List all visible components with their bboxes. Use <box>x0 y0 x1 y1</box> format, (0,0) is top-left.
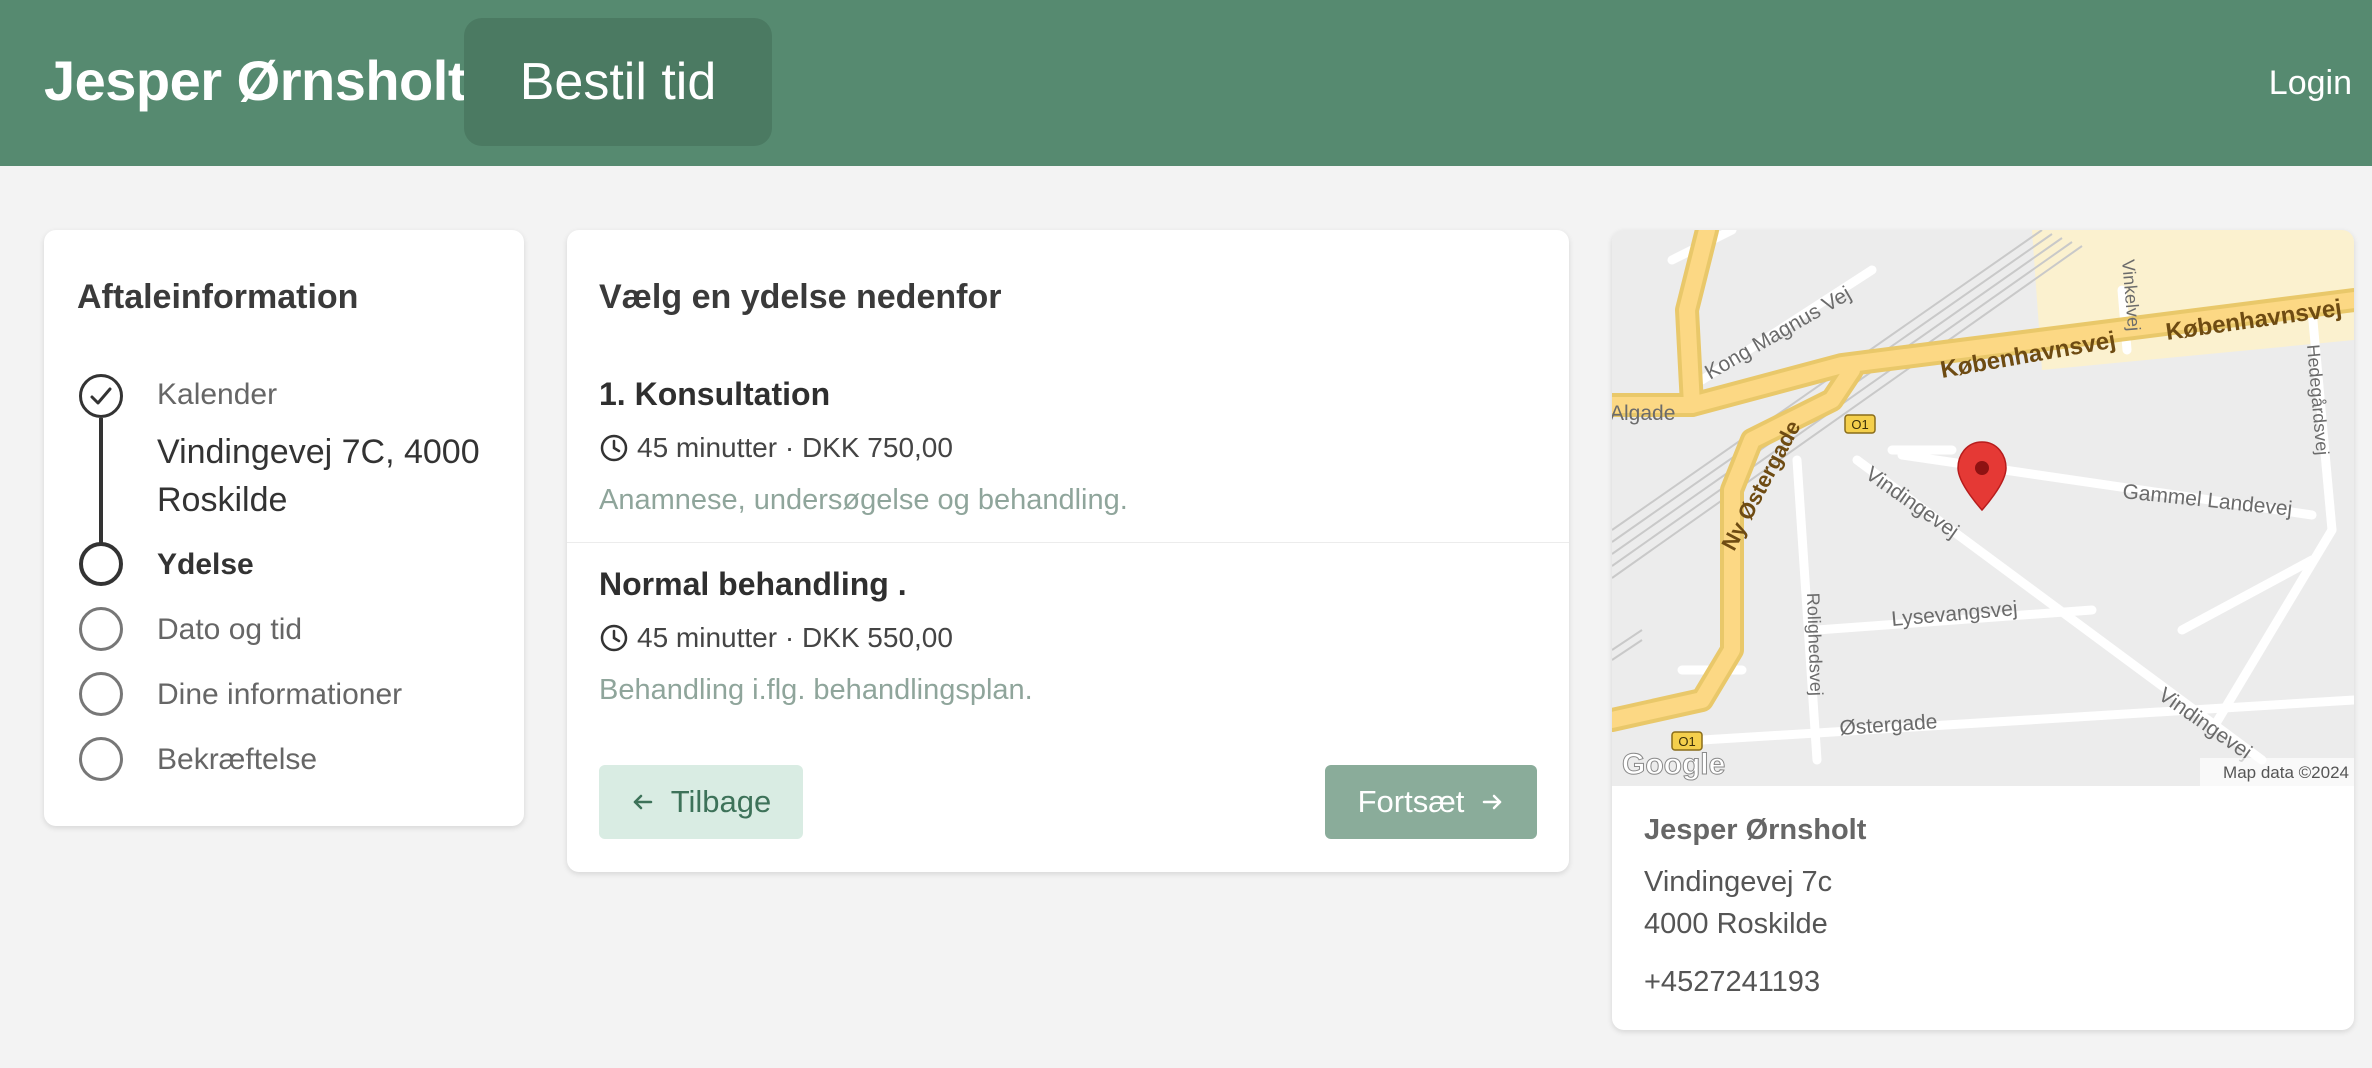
step-label-service: Ydelse <box>157 548 254 581</box>
location-phone[interactable]: +4527241193 <box>1644 966 1820 999</box>
appointment-steps-card: Aftaleinformation Kalender Vindingevej 7… <box>44 230 524 826</box>
service-duration-price: 45 minutter · DKK 750,00 <box>637 432 953 463</box>
step-label-confirmation: Bekræftelse <box>157 743 318 776</box>
route-badge: O1 <box>1678 734 1695 749</box>
service-meta: 45 minutter · DKK 750,00 <box>599 432 953 464</box>
step-detail-calendar: Vindingevej 7C, 4000 Roskilde <box>157 433 480 519</box>
map-street-label: Algade <box>1612 402 1675 425</box>
back-button-label: Tilbage <box>670 784 772 819</box>
service-option[interactable]: 1. Konsultation 45 minutter · DKK 750,00… <box>567 376 1569 542</box>
step-circle-pending <box>79 672 123 716</box>
top-header: Jesper Ørnsholt Bestil tid Login <box>0 0 2372 166</box>
location-map[interactable]: O1 O1 Københavnsvej Københavnsvej Kong M… <box>1612 230 2354 786</box>
back-button[interactable]: Tilbage <box>599 765 803 839</box>
location-card: O1 O1 Københavnsvej Københavnsvej Kong M… <box>1612 230 2354 1030</box>
step-circle-active <box>79 542 123 586</box>
check-icon <box>79 374 123 418</box>
location-street: Vindingevej 7c <box>1644 866 1833 898</box>
book-appointment-button[interactable]: Bestil tid <box>464 18 772 146</box>
continue-button-label: Fortsæt <box>1357 784 1465 819</box>
step-label-calendar: Kalender <box>157 378 278 411</box>
service-name: Normal behandling . <box>599 566 907 602</box>
google-logo: Google <box>1622 748 1725 781</box>
steps-title: Aftaleinformation <box>77 278 359 316</box>
service-duration-price: 45 minutter · DKK 550,00 <box>637 622 953 653</box>
service-description: Behandling i.flg. behandlingsplan. <box>599 674 1033 706</box>
brand-name[interactable]: Jesper Ørnsholt <box>44 48 466 113</box>
step-label-your-info: Dine informationer <box>157 678 403 711</box>
services-title: Vælg en ydelse nedenfor <box>599 278 1002 316</box>
service-name: 1. Konsultation <box>599 376 831 412</box>
location-name: Jesper Ørnsholt <box>1644 814 1867 846</box>
continue-button[interactable]: Fortsæt <box>1325 765 1537 839</box>
arrow-left-icon <box>633 794 652 810</box>
login-link[interactable]: Login <box>2269 64 2352 103</box>
arrow-right-icon <box>1483 794 1502 810</box>
map-attribution: Map data ©2024 <box>2223 763 2349 782</box>
step-circle-pending <box>79 607 123 651</box>
route-badge: O1 <box>1851 417 1868 432</box>
step-progress-line <box>99 418 103 560</box>
step-label-date-time: Dato og tid <box>157 613 303 646</box>
location-city: 4000 Roskilde <box>1644 908 1828 940</box>
clock-icon <box>600 434 628 462</box>
step-circle-pending <box>79 737 123 781</box>
service-option[interactable]: Normal behandling . 45 minutter · DKK 55… <box>567 566 1569 732</box>
service-selection-card: Vælg en ydelse nedenfor 1. Konsultation … <box>567 230 1569 872</box>
service-description: Anamnese, undersøgelse og behandling. <box>599 484 1128 516</box>
map-street-label: Rolighedsvej <box>1803 592 1827 696</box>
service-divider <box>567 542 1569 543</box>
clock-icon <box>600 624 628 652</box>
service-meta: 45 minutter · DKK 550,00 <box>599 622 953 654</box>
